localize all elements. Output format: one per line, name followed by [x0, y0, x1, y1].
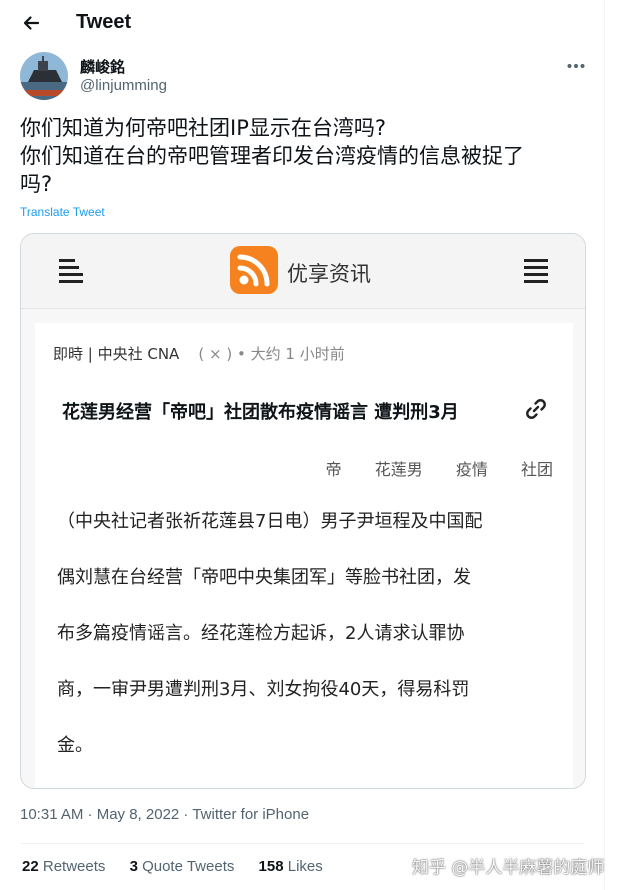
tweet-line: 吗? [20, 172, 53, 196]
tweet-line: 你们知道为何帝吧社团IP显示在台湾吗? [20, 116, 387, 140]
article-tags: 帝 花莲男 疫情 社团 [298, 456, 553, 480]
article-tag: 社团 [520, 460, 553, 479]
retweets-label: Retweets [42, 858, 106, 875]
avatar[interactable] [20, 52, 68, 100]
article-tag: 疫情 [455, 460, 488, 479]
retweets-count: 22 [22, 858, 39, 875]
likes-label: Likes [287, 858, 323, 875]
news-app-header: 优享资讯 [21, 234, 585, 309]
translate-tweet-link[interactable]: Translate Tweet [20, 205, 105, 219]
watermark: 知乎 @半人半麻薯的庭师 [412, 858, 605, 878]
engagement-stats: 22 Retweets 3 Quote Tweets 158 Likes [22, 858, 343, 875]
back-arrow-icon[interactable] [18, 10, 44, 36]
hamburger-menu-icon [59, 258, 85, 289]
column-divider [604, 0, 605, 890]
article-meta: 即時 | 中央社 CNA ( × ) • 大约 1 小时前 [53, 343, 345, 364]
article-tag: 帝 [325, 460, 342, 479]
quote-tweets-count: 3 [129, 858, 138, 875]
tweet-timestamp[interactable]: 10:31 AM · May 8, 2022 · Twitter for iPh… [20, 806, 309, 823]
likes-stat[interactable]: 158 Likes [259, 858, 323, 875]
link-icon [525, 398, 547, 425]
top-bar: Tweet [0, 0, 604, 46]
article-body-line: 商，一审尹男遭判刑3月、刘女拘役40天，得易科罚 [57, 679, 470, 700]
quote-tweets-label: Quote Tweets [142, 858, 235, 875]
embedded-image-card[interactable]: 优享资讯 即時 | 中央社 CNA ( × ) • 大约 1 小时前 花莲男经营… [20, 233, 586, 789]
article-body-line: 偶刘慧在台经营「帝吧中央集团军」等脸书社团，发 [57, 567, 471, 588]
tweet-line: 你们知道在台的帝吧管理者印发台湾疫情的信息被捉了 [20, 144, 524, 168]
article-body-line: （中央社记者张祈花莲县7日电）男子尹垣程及中国配 [57, 511, 483, 532]
article-body-line: 金。 [57, 735, 93, 756]
article-source: 即時 | 中央社 CNA [53, 345, 180, 363]
likes-count: 158 [258, 858, 284, 875]
tweet-text: 你们知道为何帝吧社团IP显示在台湾吗? 你们知道在台的帝吧管理者印发台湾疫情的信… [20, 114, 586, 198]
article-body: （中央社记者张祈花莲县7日电）男子尹垣程及中国配 偶刘慧在台经营「帝吧中央集团军… [57, 494, 557, 774]
article-body-line: 布多篇疫情谣言。经花莲检方起诉，2人请求认罪协 [57, 623, 465, 644]
author-name[interactable]: 麟峻銘 [80, 56, 125, 77]
hamburger-menu-icon [523, 258, 549, 289]
article-time: • 大约 1 小时前 [237, 345, 345, 363]
quote-tweets-stat[interactable]: 3 Quote Tweets [130, 858, 235, 875]
article-panel: 即時 | 中央社 CNA ( × ) • 大约 1 小时前 花莲男经营「帝吧」社… [35, 323, 573, 788]
divider [20, 843, 584, 844]
article-tag: 花莲男 [374, 460, 423, 479]
more-icon[interactable] [562, 56, 590, 76]
close-icon: ( × ) [198, 345, 233, 363]
retweets-stat[interactable]: 22 Retweets [22, 858, 105, 875]
rss-icon [230, 246, 278, 294]
page-title: Tweet [76, 11, 132, 33]
author-handle[interactable]: @linjumming [80, 77, 167, 94]
article-headline: 花莲男经营「帝吧」社团散布疫情谣言 遭判刑3月 [62, 402, 459, 423]
news-app-brand: 优享资讯 [287, 262, 371, 286]
